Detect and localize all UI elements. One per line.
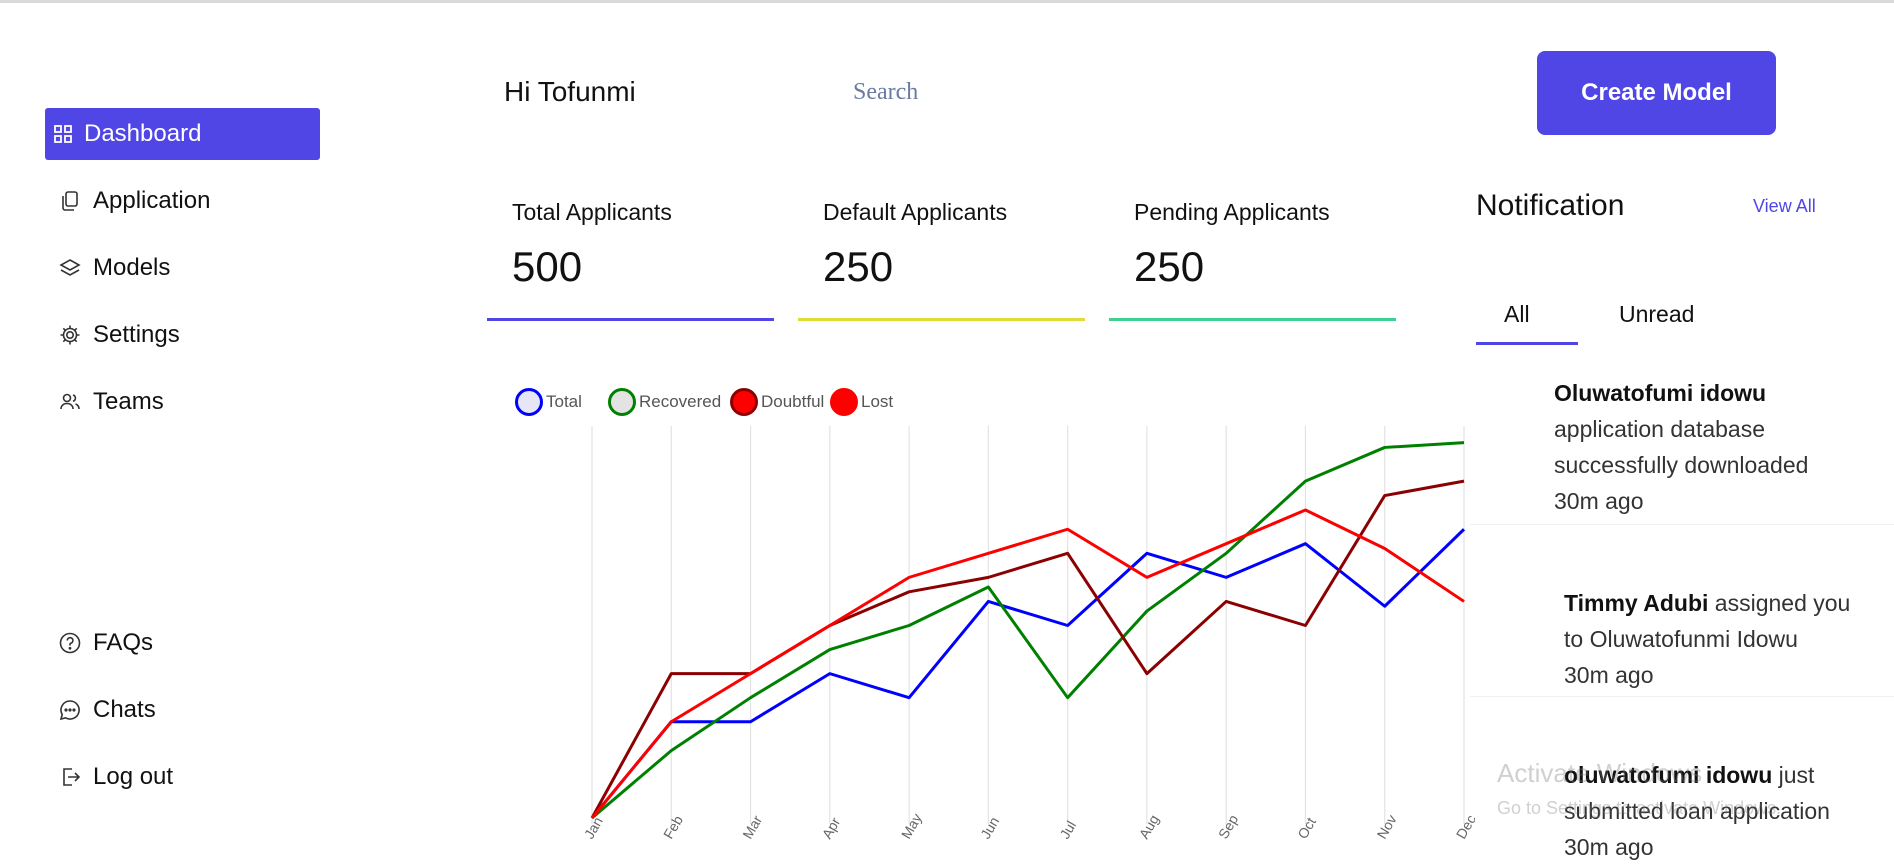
grid-icon (50, 121, 76, 147)
series-line-lost (590, 508, 1465, 819)
notification-sender: Oluwatofumi idowu (1554, 380, 1767, 406)
chat-bubble-icon (57, 697, 83, 723)
sidebar-item-faqs[interactable]: FAQs (45, 617, 320, 669)
stat-label: Total Applicants (512, 199, 672, 225)
stat-underline (1109, 318, 1396, 321)
x-tick-label: Feb (660, 812, 686, 841)
sidebar: Dashboard Application Models Settings Te… (0, 3, 455, 844)
stat-label: Pending Applicants (1134, 199, 1330, 225)
stat-card-total: Total Applicants 500 (487, 193, 774, 321)
stat-underline (487, 318, 774, 321)
sidebar-item-label: FAQs (93, 629, 154, 656)
x-tick-label: Dec (1453, 812, 1475, 842)
notification-text: assigned you (1708, 590, 1851, 616)
series-line-recovered (591, 441, 1465, 820)
stat-card-default: Default Applicants 250 (798, 193, 1085, 321)
copy-icon (57, 188, 83, 214)
gear-icon (57, 322, 83, 348)
view-all-link[interactable]: View All (1753, 196, 1816, 217)
series-line-doubtful (590, 479, 1465, 819)
users-icon (57, 389, 83, 415)
sidebar-item-logout[interactable]: Log out (45, 751, 320, 803)
sidebar-item-models[interactable]: Models (45, 242, 320, 294)
x-tick-label: Nov (1373, 812, 1399, 842)
notification-time: 30m ago (1564, 834, 1654, 860)
sidebar-item-dashboard[interactable]: Dashboard (45, 108, 320, 160)
stat-value: 500 (512, 243, 583, 290)
x-tick-label: Aug (1136, 812, 1162, 842)
windows-watermark-title: Activate Windows (1497, 758, 1703, 788)
sidebar-item-label: Models (93, 254, 171, 281)
layers-icon (57, 255, 83, 281)
notification-sender: Timmy Adubi (1564, 590, 1709, 616)
sidebar-item-chats[interactable]: Chats (45, 684, 320, 736)
notification-text: just (1772, 762, 1815, 788)
x-tick-label: Apr (819, 814, 844, 841)
x-tick-label: Oct (1294, 815, 1319, 842)
stat-value: 250 (1134, 243, 1205, 290)
x-tick-label: Jul (1056, 818, 1079, 842)
notification-time: 30m ago (1554, 488, 1644, 514)
sidebar-item-label: Dashboard (84, 120, 202, 147)
stat-underline (798, 318, 1085, 321)
sidebar-item-label: Settings (93, 321, 180, 348)
sidebar-item-application[interactable]: Application (45, 175, 320, 227)
create-model-button[interactable]: Create Model (1537, 51, 1776, 135)
applicants-line-chart: Total Recovered Doubtful Lost Jan Feb Mar A… (515, 378, 1475, 844)
stat-card-pending: Pending Applicants 250 (1109, 193, 1396, 321)
x-tick-label: Jun (977, 814, 1002, 842)
notification-divider (1470, 696, 1894, 697)
search-input[interactable] (853, 79, 1153, 106)
tab-all-underline (1476, 342, 1578, 345)
greeting: Hi Tofunmi (504, 76, 636, 107)
sidebar-item-label: Log out (93, 763, 174, 790)
notification-text: application database (1554, 416, 1765, 442)
windows-watermark-subtitle: Go to Settings to activate Windows. (1497, 798, 1782, 818)
notification-text: to Oluwatofunmi Idowu (1564, 626, 1798, 652)
notification-item[interactable]: Timmy Adubi assigned you to Oluwatofunmi… (1564, 585, 1850, 693)
sidebar-item-label: Chats (93, 696, 156, 723)
notification-divider (1470, 524, 1894, 525)
notification-text: successfully downloaded (1554, 452, 1809, 478)
x-tick-label: Mar (739, 812, 765, 841)
tab-all[interactable]: All (1504, 301, 1530, 328)
sidebar-item-label: Teams (93, 388, 164, 415)
x-tick-label: Sep (1215, 812, 1241, 842)
sidebar-item-teams[interactable]: Teams (45, 376, 320, 428)
sidebar-item-label: Application (93, 187, 211, 214)
notification-item[interactable]: Oluwatofumi idowu application database s… (1554, 375, 1808, 519)
notification-time: 30m ago (1564, 662, 1654, 688)
question-circle-icon (57, 630, 83, 656)
main-content: Hi Tofunmi Create Model Total Applicants… (455, 3, 1894, 860)
logout-icon (57, 764, 83, 790)
tab-unread[interactable]: Unread (1619, 301, 1694, 328)
stat-label: Default Applicants (823, 199, 1008, 225)
notification-title: Notification (1476, 189, 1625, 222)
sidebar-item-settings[interactable]: Settings (45, 309, 320, 361)
chart-plot: Jan Feb Mar Apr May Jun Jul Aug Sep Oct Nov Dec (581, 426, 1475, 842)
x-tick-label: May (898, 811, 925, 842)
stat-value: 250 (823, 243, 894, 290)
